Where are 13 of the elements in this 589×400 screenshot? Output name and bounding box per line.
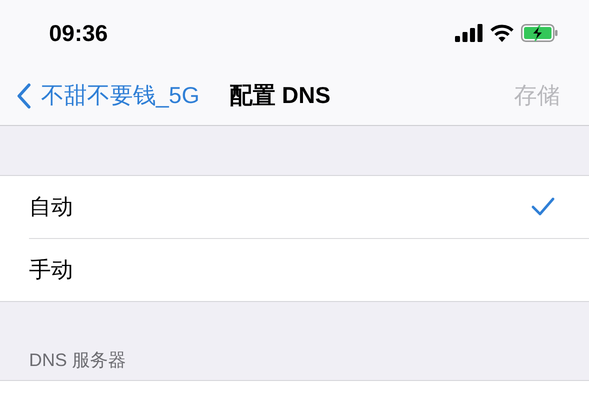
option-label: 手动 bbox=[29, 256, 73, 284]
back-chevron-icon bbox=[16, 82, 32, 108]
back-button[interactable]: 不甜不要钱_5G bbox=[16, 80, 200, 111]
back-label: 不甜不要钱_5G bbox=[41, 81, 200, 110]
option-row[interactable]: 手动 bbox=[29, 239, 589, 301]
status-time: 09:36 bbox=[49, 20, 108, 46]
section-header: DNS 服务器 bbox=[29, 349, 126, 372]
battery-charging-icon bbox=[521, 24, 559, 42]
option-row[interactable]: 自动 bbox=[29, 176, 589, 239]
option-label: 自动 bbox=[29, 193, 73, 221]
signal-icon bbox=[455, 24, 483, 42]
wifi-icon bbox=[490, 24, 514, 42]
page-title: 配置 DNS bbox=[229, 81, 330, 110]
